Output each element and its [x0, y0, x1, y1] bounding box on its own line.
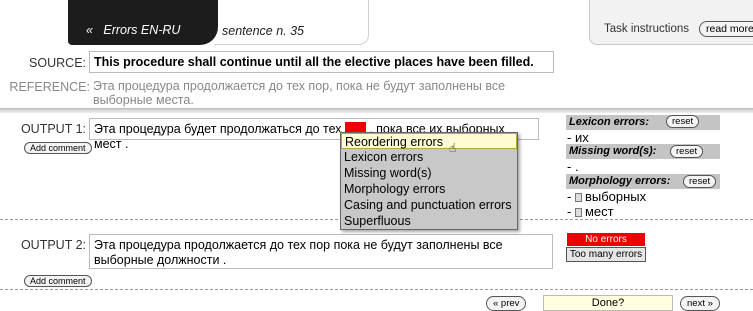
- reference-label: REFERENCE:: [9, 80, 90, 94]
- morphology-word-1: выборных: [584, 189, 647, 204]
- menu-item-lexicon[interactable]: Lexicon errors: [341, 149, 517, 165]
- menu-item-missing[interactable]: Missing word(s): [341, 165, 517, 181]
- reset-morphology-button[interactable]: reset: [683, 175, 717, 188]
- task-instructions-label: Task instructions: [604, 23, 690, 35]
- lexicon-error-item: - их: [567, 130, 589, 145]
- no-errors-button[interactable]: No errors: [567, 233, 645, 246]
- add-comment-button-2[interactable]: Add comment: [24, 275, 92, 287]
- menu-item-superfluous[interactable]: Superfluous: [341, 213, 517, 229]
- done-button[interactable]: Done?: [543, 295, 673, 311]
- output2-text: Эта процедура продолжается до тех пор по…: [89, 234, 553, 269]
- footer-divider: [0, 289, 753, 290]
- morphology-errors-title: Morphology errors:: [569, 175, 671, 187]
- morphology-item-dash-2: -: [567, 204, 575, 219]
- back-icon[interactable]: «: [86, 23, 93, 37]
- missing-word-item: - .: [567, 159, 579, 174]
- output1-text-before: Эта процедура будет продолжаться до тех: [94, 122, 342, 136]
- read-more-button[interactable]: read more: [699, 21, 753, 37]
- morphology-item-2: - мест: [567, 204, 614, 219]
- reset-missing-button[interactable]: reset: [670, 145, 704, 158]
- title-tab: « Errors EN-RU: [68, 0, 218, 45]
- menu-item-morphology[interactable]: Morphology errors: [341, 181, 517, 197]
- reference-text: Эта процедура продолжается до тех пор, п…: [93, 79, 506, 107]
- add-comment-button-1[interactable]: Add comment: [24, 142, 92, 154]
- next-button[interactable]: next »: [680, 296, 720, 311]
- error-type-menu: Reordering errors Lexicon errors Missing…: [340, 132, 518, 230]
- reset-lexicon-button[interactable]: reset: [666, 115, 700, 128]
- missing-words-title: Missing word(s):: [569, 145, 657, 157]
- prev-button[interactable]: « prev: [486, 296, 527, 311]
- menu-item-reordering[interactable]: Reordering errors: [341, 133, 517, 149]
- output2-label: OUTPUT 2:: [20, 238, 86, 252]
- section-divider: [0, 108, 753, 113]
- annotation-page: « Errors EN-RU sentence n. 35 Task instr…: [0, 0, 753, 311]
- source-label: SOURCE:: [29, 56, 86, 70]
- source-text: This procedure shall continue until all …: [89, 51, 554, 73]
- menu-item-casing[interactable]: Casing and punctuation errors: [341, 197, 517, 213]
- trash-icon[interactable]: [574, 193, 582, 203]
- morphology-item-1: - выборных: [567, 189, 646, 204]
- trash-icon[interactable]: [574, 208, 582, 218]
- morphology-word-2: мест: [584, 204, 614, 219]
- hand-cursor-icon: ☝: [449, 141, 457, 155]
- too-many-errors-button[interactable]: Too many errors: [566, 247, 646, 262]
- sentence-tab: [214, 0, 369, 45]
- sentence-number: sentence n. 35: [222, 24, 305, 38]
- morphology-item-dash-1: -: [567, 189, 575, 204]
- output1-label: OUTPUT 1:: [20, 122, 86, 136]
- page-title: Errors EN-RU: [103, 23, 181, 37]
- lexicon-errors-title: Lexicon errors:: [569, 116, 650, 128]
